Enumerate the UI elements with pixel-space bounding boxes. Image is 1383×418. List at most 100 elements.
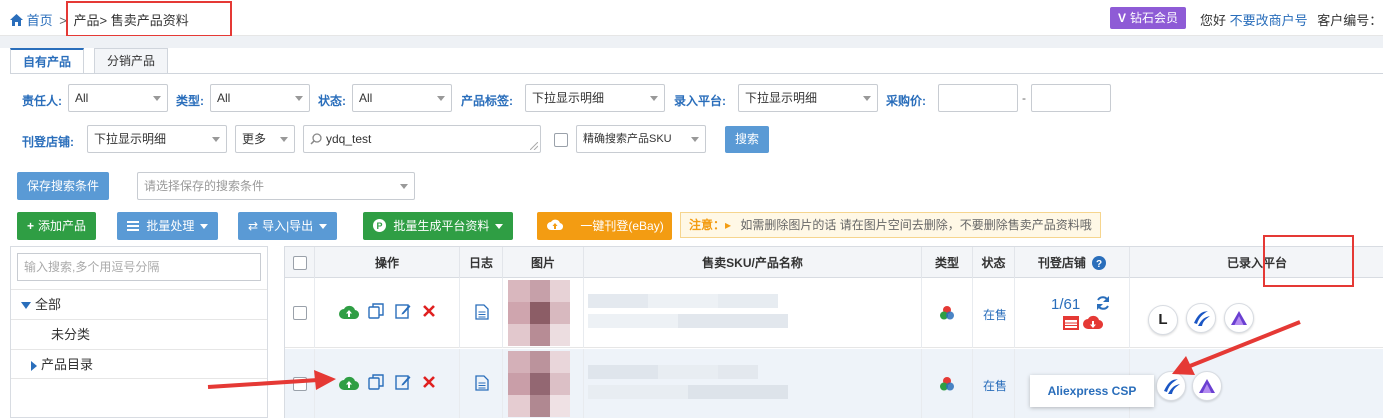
row-type (922, 278, 973, 348)
upload-cloud-icon (547, 219, 564, 231)
variant-type-icon (940, 377, 954, 391)
download-cloud-icon[interactable] (1083, 315, 1103, 330)
type-label: 类型: (176, 94, 204, 108)
row-image (503, 349, 584, 418)
tab-distribution-products[interactable]: 分销产品 (94, 48, 169, 74)
col-type: 类型 (922, 247, 973, 279)
edit-icon[interactable] (395, 303, 411, 319)
row-image (503, 278, 584, 348)
chevron-down-icon (650, 96, 658, 101)
row-actions (315, 349, 460, 418)
add-product-button[interactable]: + 添加产品 (17, 212, 97, 240)
type-select[interactable]: All (210, 84, 310, 112)
exact-search-checkbox[interactable] (554, 133, 568, 147)
one-click-publish-button[interactable]: 一键刊登(eBay) (537, 212, 672, 240)
notice-arrow-icon: ▸ (725, 218, 732, 232)
row-log (460, 349, 503, 418)
saved-search-select[interactable]: 请选择保存的搜索条件 (137, 172, 415, 200)
sku-name-redacted (588, 365, 788, 399)
status-text[interactable]: 在售 (983, 306, 1007, 323)
chevron-down-icon (319, 224, 328, 230)
save-search-button[interactable]: 保存搜索条件 (17, 172, 110, 200)
annotation-box-breadcrumb (66, 1, 232, 37)
chevron-down-icon (212, 137, 220, 142)
status-label: 状态: (318, 94, 346, 108)
vip-letter: V (1118, 11, 1127, 25)
platform-label: 录入平台: (674, 94, 726, 108)
row-checkbox[interactable] (293, 306, 307, 320)
tree-item-uncategorized[interactable]: 未分类 (11, 319, 267, 349)
delete-icon[interactable] (423, 376, 435, 388)
tag-select[interactable]: 下拉显示明细 (525, 84, 665, 112)
swap-icon: ⇄ (248, 219, 259, 233)
product-thumbnail[interactable] (508, 280, 570, 346)
import-export-button[interactable]: ⇄ 导入|导出 (238, 212, 338, 240)
platform-shopline-icon[interactable] (1192, 371, 1222, 401)
caret-right-icon (31, 360, 37, 371)
store-label: 刊登店铺: (22, 135, 74, 149)
row-checkbox[interactable] (293, 377, 307, 391)
store-count[interactable]: 1/61 (1051, 296, 1080, 313)
copy-icon[interactable] (368, 374, 384, 390)
col-log: 日志 (460, 247, 503, 279)
upload-cloud-icon[interactable] (339, 376, 359, 391)
platform-lazada-icon[interactable]: L (1148, 305, 1178, 335)
price-min-input[interactable] (938, 84, 1018, 112)
sku-name-redacted (588, 294, 788, 328)
generate-platform-data-button[interactable]: P 批量生成平台资料 (363, 212, 514, 240)
upload-cloud-icon[interactable] (339, 305, 359, 320)
help-icon[interactable]: ? (1092, 256, 1107, 270)
search-mode-select[interactable]: 精确搜索产品SKU (576, 125, 706, 153)
chevron-down-icon (295, 96, 303, 101)
row-platforms (1130, 349, 1383, 418)
refresh-icon[interactable] (1095, 295, 1111, 311)
customer-id-label: 客户编号： (1317, 13, 1383, 28)
home-link[interactable]: 首页 (10, 13, 56, 28)
row-sku-name (584, 349, 922, 418)
platform-shopline-icon[interactable] (1224, 303, 1254, 333)
vip-badge[interactable]: V 钻石会员 (1110, 7, 1187, 29)
row-store: 1/61 (1015, 278, 1130, 348)
status-select[interactable]: All (352, 84, 452, 112)
row-checkbox-cell (285, 349, 315, 418)
resize-handle-icon[interactable] (530, 142, 538, 150)
search-icon (310, 133, 322, 145)
tag-label: 产品标签: (461, 94, 513, 108)
store-select[interactable]: 下拉显示明细 (87, 125, 227, 153)
log-document-icon[interactable] (475, 375, 489, 391)
col-sku-name: 售卖SKU/产品名称 (584, 247, 922, 279)
price-max-input[interactable] (1031, 84, 1111, 112)
listing-calendar-icon[interactable] (1063, 316, 1079, 330)
copy-icon[interactable] (368, 303, 384, 319)
row-log (460, 278, 503, 348)
row-sku-name (584, 278, 922, 348)
edit-icon[interactable] (395, 374, 411, 390)
select-all-checkbox[interactable] (293, 256, 307, 270)
delete-icon[interactable] (423, 305, 435, 317)
platform-select[interactable]: 下拉显示明细 (738, 84, 878, 112)
chevron-down-icon (400, 184, 408, 189)
tree-item-all[interactable]: 全部 (11, 289, 267, 319)
search-button[interactable]: 搜索 (725, 126, 770, 153)
table-header: 操作 日志 图片 售卖SKU/产品名称 类型 状态 刊登店铺 ? 已录入平台 (285, 246, 1383, 279)
status-text[interactable]: 在售 (983, 377, 1007, 394)
log-document-icon[interactable] (475, 304, 489, 320)
variant-type-icon (940, 306, 954, 320)
platform-aliexpress-csp-icon[interactable] (1156, 371, 1186, 401)
category-search-input[interactable]: 输入搜索,多个用逗号分隔 (17, 253, 261, 281)
chevron-down-icon (495, 224, 504, 230)
product-thumbnail[interactable] (508, 351, 570, 417)
col-image: 图片 (503, 247, 584, 279)
row-status: 在售 (973, 349, 1015, 418)
platform-aliexpress-csp-icon[interactable] (1186, 303, 1216, 333)
account-link[interactable]: 不要改商户号 (1230, 13, 1308, 28)
batch-process-button[interactable]: 批量处理 (117, 212, 219, 240)
owner-select[interactable]: All (68, 84, 168, 112)
search-input[interactable]: ydq_test (303, 125, 541, 153)
chevron-down-icon (863, 96, 871, 101)
annotation-box-platforms (1263, 235, 1354, 287)
chevron-down-icon (437, 96, 445, 101)
tree-item-catalog[interactable]: 产品目录 (11, 349, 267, 379)
more-select[interactable]: 更多 (235, 125, 295, 153)
tab-own-products[interactable]: 自有产品 (10, 48, 85, 74)
